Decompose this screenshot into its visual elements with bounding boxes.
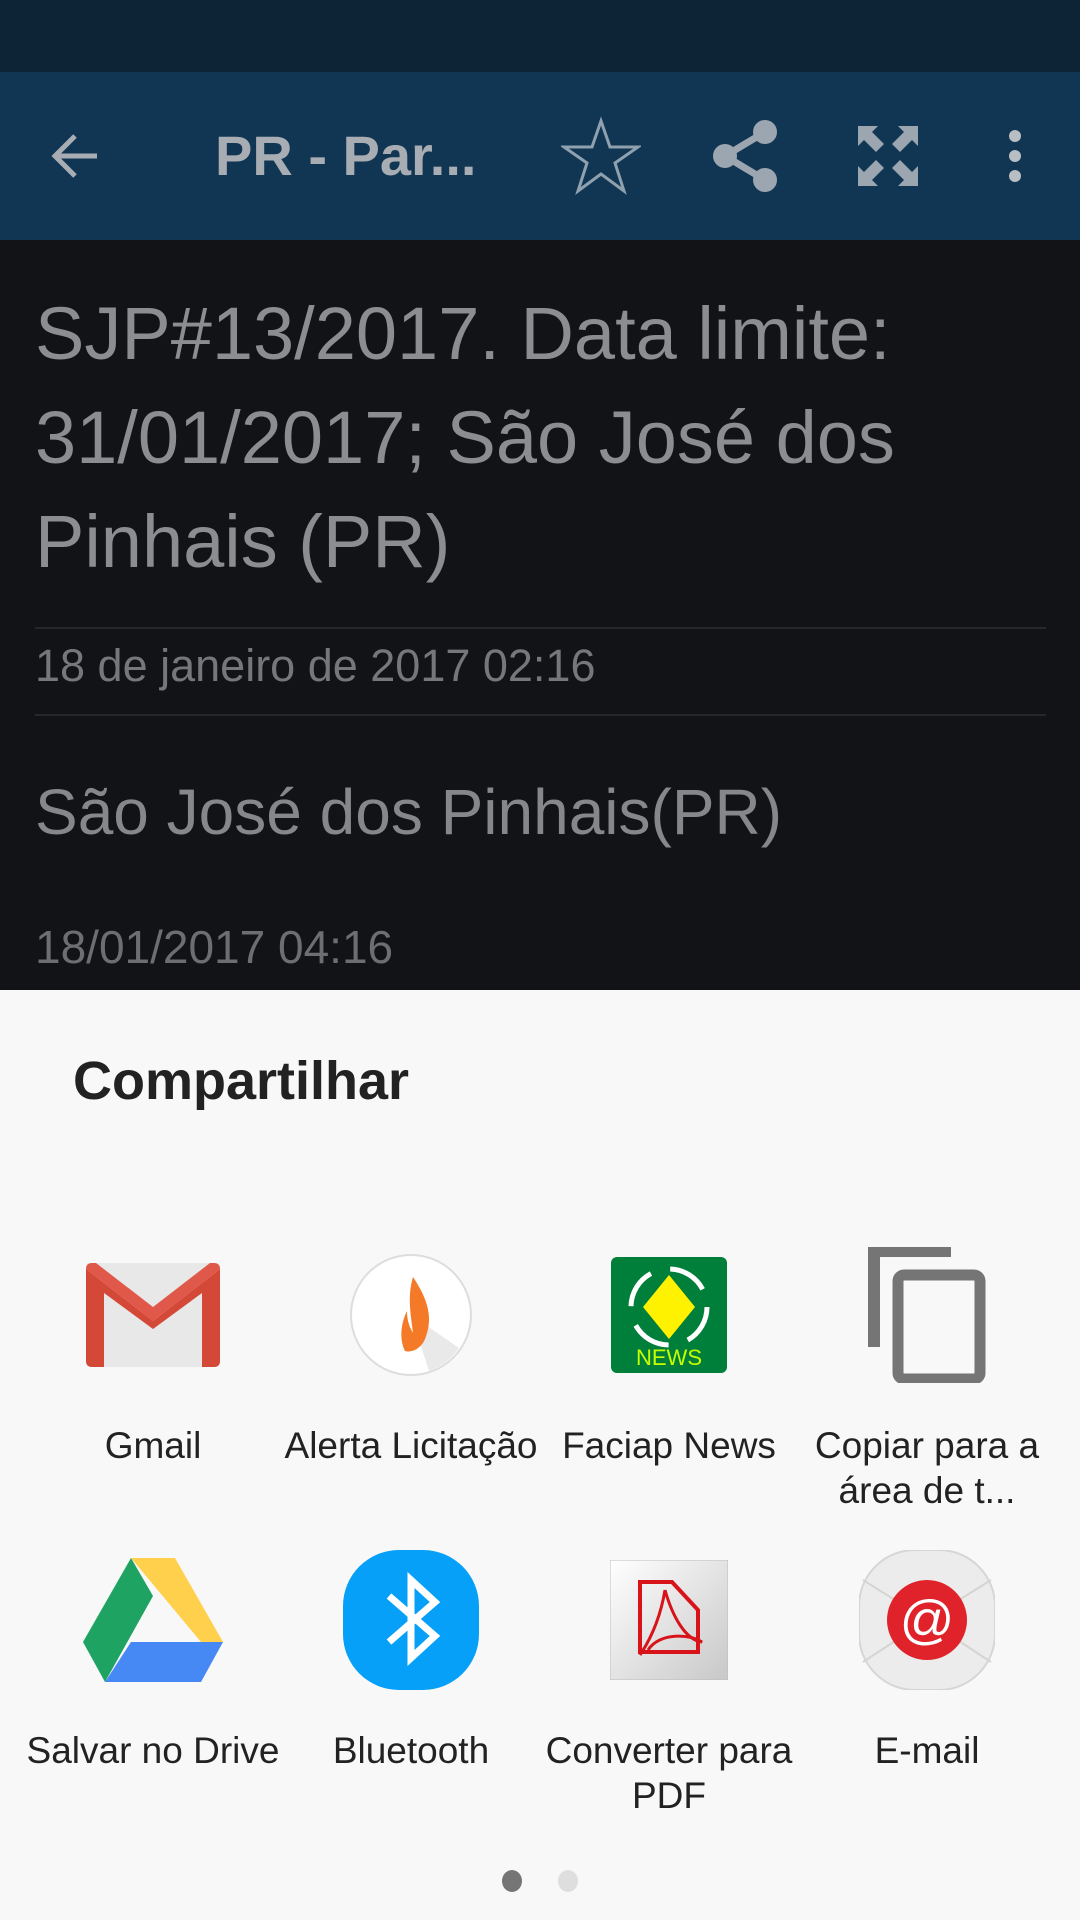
page-dot[interactable] <box>558 1870 578 1892</box>
google-drive-icon <box>24 1550 282 1690</box>
share-icon[interactable] <box>705 72 785 240</box>
status-bar <box>0 0 1080 72</box>
published-date: 18 de janeiro de 2017 02:16 <box>35 640 596 691</box>
article-timestamp: 18/01/2017 04:16 <box>35 921 394 973</box>
share-target-bluetooth[interactable]: Bluetooth <box>282 1550 540 1773</box>
divider <box>35 714 1046 716</box>
share-target-label: Salvar no Drive <box>26 1730 280 1771</box>
divider <box>35 627 1046 629</box>
svg-text:@: @ <box>900 1590 955 1650</box>
more-vert-icon[interactable] <box>995 72 1035 240</box>
share-target-google-drive[interactable]: Salvar no Drive <box>24 1550 282 1773</box>
back-arrow-icon[interactable] <box>40 72 110 240</box>
toolbar: PR - Par... <box>0 72 1080 240</box>
share-target-alerta-licitacao[interactable]: Alerta Licitação <box>282 1245 540 1468</box>
share-target-label: Converter para PDF <box>545 1730 793 1816</box>
share-target-convert-pdf[interactable]: Converter para PDF <box>540 1550 798 1818</box>
gmail-icon <box>24 1245 282 1385</box>
share-target-label: Gmail <box>104 1425 202 1466</box>
share-target-label: Bluetooth <box>332 1730 490 1771</box>
share-sheet: Compartilhar Gmail Alerta Licitação NEWS… <box>0 990 1080 1920</box>
star-icon[interactable] <box>556 72 646 240</box>
flame-icon <box>282 1245 540 1385</box>
share-sheet-title: Compartilhar <box>73 1051 410 1111</box>
article-headline: SJP#13/2017. Data limite: 31/01/2017; Sã… <box>35 292 895 583</box>
copy-icon <box>798 1245 1056 1385</box>
share-target-label: E-mail <box>874 1730 980 1771</box>
email-at-icon: @ <box>798 1550 1056 1690</box>
pdf-icon <box>540 1550 798 1690</box>
share-target-gmail[interactable]: Gmail <box>24 1245 282 1468</box>
toolbar-title: PR - Par... <box>215 124 477 187</box>
svg-text:NEWS: NEWS <box>636 1345 702 1370</box>
share-target-faciap-news[interactable]: NEWS Faciap News <box>540 1245 798 1468</box>
fullscreen-icon[interactable] <box>850 72 925 240</box>
article: SJP#13/2017. Data limite: 31/01/2017; Sã… <box>0 240 1080 990</box>
faciap-news-icon: NEWS <box>540 1245 798 1385</box>
share-target-copy-clipboard[interactable]: Copiar para a área de t... <box>798 1245 1056 1513</box>
article-location: São José dos Pinhais(PR) <box>35 776 783 848</box>
share-target-label: Alerta Licitação <box>284 1425 538 1466</box>
share-target-label: Copiar para a área de t... <box>814 1425 1040 1511</box>
share-target-label: Faciap News <box>562 1425 776 1466</box>
bluetooth-icon <box>282 1550 540 1690</box>
share-target-email[interactable]: @ E-mail <box>798 1550 1056 1773</box>
page-dot-active[interactable] <box>502 1870 522 1892</box>
page-indicator <box>0 1870 1080 1892</box>
